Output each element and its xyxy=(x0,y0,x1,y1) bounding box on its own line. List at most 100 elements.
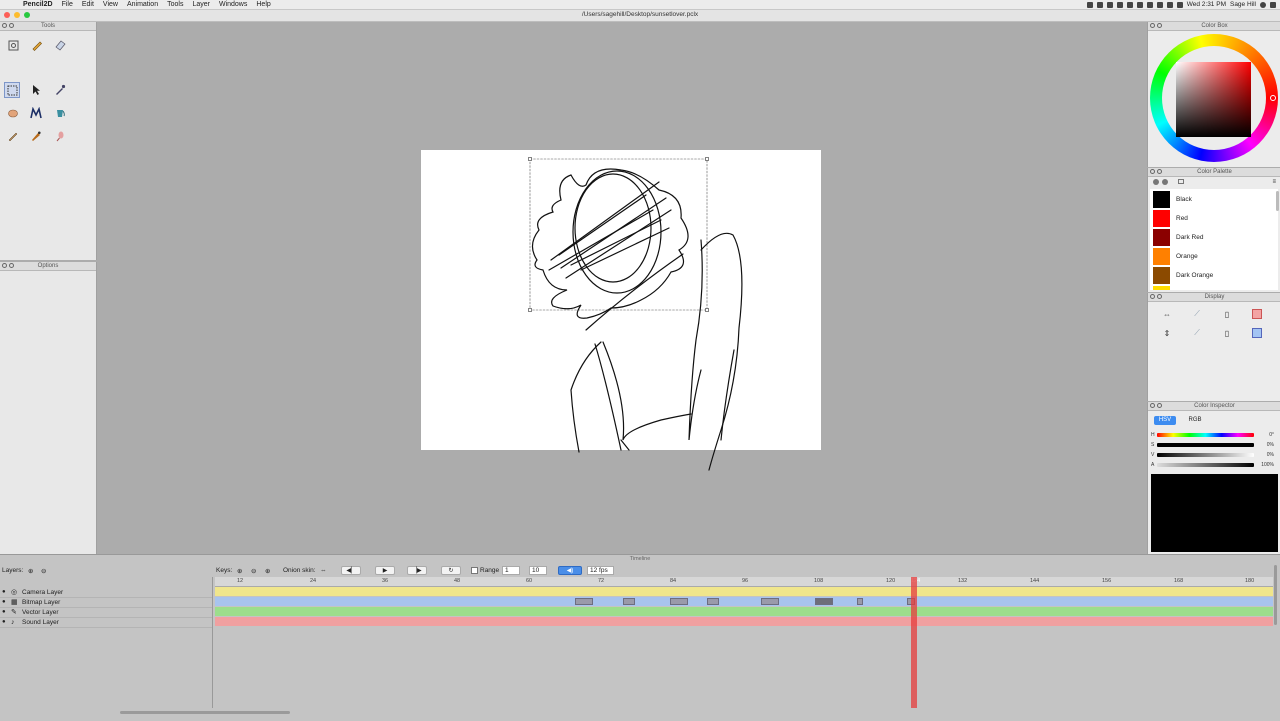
hue-marker[interactable] xyxy=(1270,95,1276,101)
palette-menu-icon[interactable]: ≡ xyxy=(1272,179,1276,185)
onion-blue-icon[interactable] xyxy=(1250,326,1264,340)
status-icon[interactable] xyxy=(1106,1,1113,8)
onion-skin-next-icon[interactable]: ▯ xyxy=(1220,326,1234,340)
menu-app[interactable]: Pencil2D xyxy=(23,0,53,9)
mirror-icon[interactable]: ⟋ xyxy=(1190,326,1204,340)
duplicate-key-icon[interactable]: ⊕ xyxy=(265,566,270,575)
brush-tool-icon[interactable] xyxy=(52,128,68,144)
status-icon[interactable] xyxy=(1146,1,1153,8)
select-tool-icon[interactable] xyxy=(4,82,20,98)
clear-frame-icon[interactable] xyxy=(5,37,21,53)
keyframe[interactable] xyxy=(761,598,779,605)
palette-item[interactable]: Dark Orange xyxy=(1153,266,1270,285)
keyframe[interactable] xyxy=(815,598,833,605)
track-bitmap[interactable] xyxy=(215,597,1273,606)
float-panel-button[interactable] xyxy=(1157,294,1162,299)
alpha-value[interactable]: 100% xyxy=(1256,462,1274,468)
menu-view[interactable]: View xyxy=(103,0,118,9)
value-value[interactable]: 0% xyxy=(1256,452,1274,458)
fps-input[interactable]: 12 fps xyxy=(587,566,614,575)
menu-tools[interactable]: Tools xyxy=(167,0,183,9)
next-frame-button[interactable]: ▕▶ xyxy=(407,566,427,575)
volume-icon[interactable] xyxy=(1166,1,1173,8)
previous-frame-button[interactable]: ◀▏ xyxy=(341,566,361,575)
play-button[interactable]: ▶ xyxy=(375,566,395,575)
tab-rgb[interactable]: RGB xyxy=(1184,416,1206,425)
keyframe[interactable] xyxy=(575,598,593,605)
move-tool-icon[interactable] xyxy=(28,82,44,98)
track-vector[interactable] xyxy=(215,607,1273,616)
visibility-icon[interactable]: ● xyxy=(2,599,8,605)
pencil-tool-icon[interactable] xyxy=(29,37,45,53)
palette-view-icon[interactable] xyxy=(1178,179,1184,184)
menu-list-icon[interactable] xyxy=(1270,1,1276,8)
saturation-value[interactable]: 0% xyxy=(1256,442,1274,448)
menu-layer[interactable]: Layer xyxy=(192,0,210,9)
playhead[interactable] xyxy=(911,577,917,708)
loop-button[interactable]: ↻ xyxy=(441,566,461,575)
keyframe[interactable] xyxy=(707,598,719,605)
outline-icon[interactable]: ⟋ xyxy=(1190,307,1204,321)
palette-scrollbar[interactable] xyxy=(1276,191,1279,211)
palette-item[interactable]: Black xyxy=(1153,190,1270,209)
track-sound[interactable] xyxy=(215,617,1273,626)
menu-animation[interactable]: Animation xyxy=(127,0,158,9)
layer-sound[interactable]: ● ♪ Sound Layer xyxy=(0,617,212,628)
float-panel-button[interactable] xyxy=(1157,169,1162,174)
onion-skin-prev-icon[interactable]: ▯ xyxy=(1220,307,1234,321)
float-panel-button[interactable] xyxy=(1157,23,1162,28)
eraser-tool-icon[interactable] xyxy=(52,37,68,53)
battery-icon[interactable] xyxy=(1176,1,1183,8)
polyline-tool-icon[interactable] xyxy=(28,105,44,121)
menu-edit[interactable]: Edit xyxy=(82,0,94,9)
search-icon[interactable] xyxy=(1260,1,1266,8)
alpha-slider[interactable] xyxy=(1157,463,1254,467)
wifi-icon[interactable] xyxy=(1156,1,1163,8)
tab-hsv[interactable]: HSV xyxy=(1154,416,1176,425)
add-key-icon[interactable]: ⊕ xyxy=(237,566,242,575)
close-panel-button[interactable] xyxy=(1150,294,1155,299)
range-start-input[interactable]: 1 xyxy=(502,566,520,575)
add-layer-icon[interactable]: ⊕ xyxy=(28,566,33,575)
flip-horizontal-icon[interactable]: ⇔ xyxy=(1160,307,1174,321)
eyedropper-tool-icon[interactable] xyxy=(52,82,68,98)
float-panel-button[interactable] xyxy=(1157,403,1162,408)
float-panel-button[interactable] xyxy=(9,23,14,28)
status-icon[interactable] xyxy=(1096,1,1103,8)
sound-scrub-button[interactable]: ◀) xyxy=(558,566,582,575)
visibility-icon[interactable]: ● xyxy=(2,609,8,615)
hue-value[interactable]: 0° xyxy=(1256,432,1274,438)
value-slider[interactable] xyxy=(1157,453,1254,457)
keyframe[interactable] xyxy=(857,598,863,605)
float-panel-button[interactable] xyxy=(9,263,14,268)
clock[interactable]: Wed 2:31 PM xyxy=(1187,0,1226,9)
remove-key-icon[interactable]: ⊖ xyxy=(251,566,256,575)
range-end-input[interactable]: 10 xyxy=(529,566,547,575)
close-panel-button[interactable] xyxy=(2,263,7,268)
timeline-vertical-scrollbar[interactable] xyxy=(1274,565,1277,625)
track-camera[interactable] xyxy=(215,587,1273,596)
palette-item[interactable]: Red xyxy=(1153,209,1270,228)
palette-item[interactable]: Dark Red xyxy=(1153,228,1270,247)
status-icon[interactable] xyxy=(1126,1,1133,8)
palette-item[interactable]: Orange xyxy=(1153,247,1270,266)
status-icon[interactable] xyxy=(1136,1,1143,8)
range-checkbox[interactable] xyxy=(471,566,478,575)
close-panel-button[interactable] xyxy=(1150,169,1155,174)
visibility-icon[interactable]: ● xyxy=(2,619,8,625)
status-icon[interactable] xyxy=(1116,1,1123,8)
close-panel-button[interactable] xyxy=(2,23,7,28)
add-color-icon[interactable] xyxy=(1153,179,1159,185)
menu-help[interactable]: Help xyxy=(256,0,270,9)
flip-vertical-icon[interactable]: ⇕ xyxy=(1160,326,1174,340)
timeline-horizontal-scrollbar[interactable] xyxy=(120,711,290,714)
smudge-tool-icon[interactable] xyxy=(5,128,21,144)
onion-skin-icon[interactable]: ⇔ xyxy=(320,566,327,575)
keyframe[interactable] xyxy=(623,598,635,605)
pen-tool-icon[interactable] xyxy=(28,128,44,144)
menu-windows[interactable]: Windows xyxy=(219,0,247,9)
menu-file[interactable]: File xyxy=(62,0,73,9)
onion-red-icon[interactable] xyxy=(1250,307,1264,321)
close-panel-button[interactable] xyxy=(1150,23,1155,28)
remove-layer-icon[interactable]: ⊖ xyxy=(41,566,46,575)
